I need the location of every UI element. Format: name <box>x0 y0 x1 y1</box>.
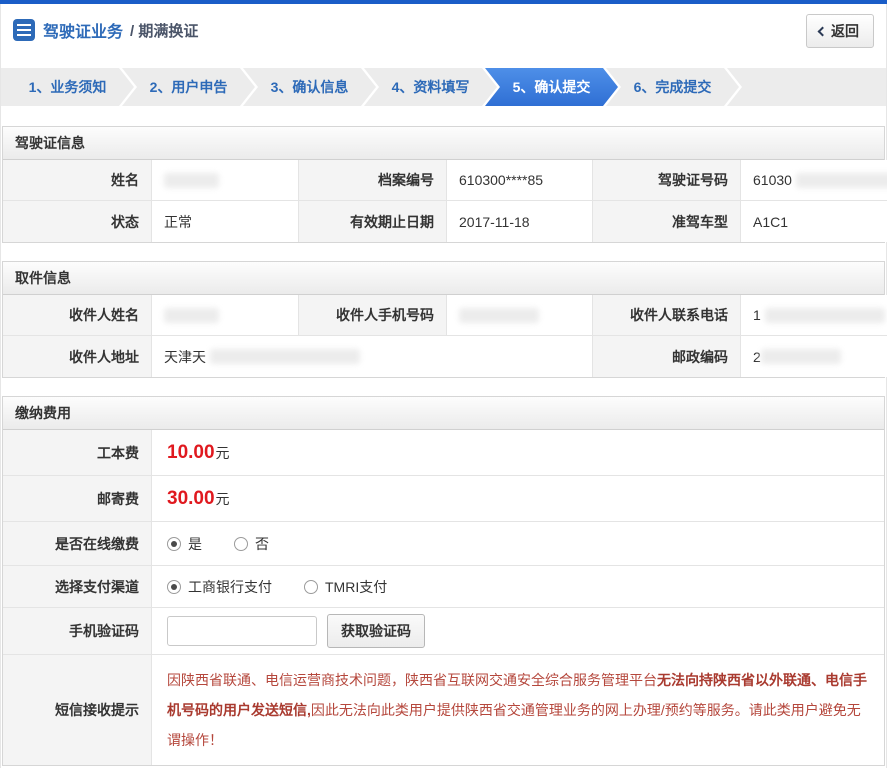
pickup-info-table: 收件人姓名 收件人手机号码 收件人联系电话 1 收件人地址 天津天 邮政编码 2 <box>3 295 887 377</box>
recipient-name-label: 收件人姓名 <box>3 295 152 336</box>
status-value: 正常 <box>152 201 299 242</box>
step-1-business-notice[interactable]: 1、业务须知 <box>1 68 134 106</box>
step-2-user-declaration[interactable]: 2、用户申告 <box>122 68 255 106</box>
radio-unselected-icon <box>234 536 248 551</box>
archive-no-label: 档案编号 <box>299 160 447 201</box>
expiry-date-value: 2017-11-18 <box>447 201 593 242</box>
license-no-value: 61030 <box>741 160 887 201</box>
sms-notice-row: 因陕西省联通、电信运营商技术问题，陕西省互联网交通安全综合服务管理平台无法向持陕… <box>152 655 884 765</box>
license-info-table: 姓名 档案编号 610300****85 驾驶证号码 61030 状态 正常 有… <box>3 160 887 242</box>
payment-fee-table: 工本费 10.00 元 邮寄费 30.00 元 是否在线缴费 是 否 选择支付渠… <box>3 430 884 765</box>
recipient-phone-value: 1 <box>741 295 887 336</box>
back-button-label: 返回 <box>831 23 859 39</box>
captcha-input[interactable] <box>167 616 317 646</box>
captcha-row: 获取验证码 <box>152 608 884 655</box>
vehicle-class-value: A1C1 <box>741 201 887 242</box>
get-captcha-button[interactable]: 获取验证码 <box>327 614 425 648</box>
archive-no-value: 610300****85 <box>447 160 593 201</box>
recipient-name-value <box>152 295 299 336</box>
payment-section-title: 缴纳费用 <box>3 397 884 430</box>
channel-tmri-radio[interactable]: TMRI支付 <box>304 577 387 597</box>
redacted-recipient-name <box>164 307 219 323</box>
step-3-confirm-info[interactable]: 3、确认信息 <box>243 68 376 106</box>
recipient-mobile-label: 收件人手机号码 <box>299 295 447 336</box>
back-button[interactable]: 返回 <box>806 14 874 48</box>
recipient-mobile-value <box>447 295 593 336</box>
pay-channel-options: 工商银行支付 TMRI支付 <box>152 566 884 608</box>
fee-unit: 元 <box>215 490 230 507</box>
status-label: 状态 <box>3 201 152 242</box>
step-4-fill-info[interactable]: 4、资料填写 <box>364 68 497 106</box>
step-bar-filler <box>727 68 886 106</box>
captcha-label: 手机验证码 <box>3 608 152 655</box>
recipient-phone-label: 收件人联系电话 <box>593 295 741 336</box>
redacted-postcode <box>760 349 841 364</box>
redacted-address <box>210 349 360 364</box>
redacted-license-no <box>795 172 887 188</box>
license-info-section: 驾驶证信息 姓名 档案编号 610300****85 驾驶证号码 61030 状… <box>2 126 887 243</box>
step-5-confirm-submit[interactable]: 5、确认提交 <box>485 68 618 106</box>
postage-fee-value: 30.00 元 <box>152 476 884 522</box>
postcode-label: 邮政编码 <box>593 336 741 377</box>
online-pay-options: 是 否 <box>152 522 884 566</box>
breadcrumb-subtitle: / 期满换证 <box>130 22 199 40</box>
postage-fee-amount: 30.00 <box>167 487 215 509</box>
page-container: 驾驶证业务 / 期满换证 返回 1、业务须知 2、用户申告 3、确认信息 4、资… <box>0 4 887 768</box>
page-title: 驾驶证业务 <box>43 24 124 41</box>
pickup-info-section: 取件信息 收件人姓名 收件人手机号码 收件人联系电话 1 收件人地址 天津天 邮… <box>2 261 887 378</box>
redacted-recipient-mobile <box>459 307 539 323</box>
license-no-label: 驾驶证号码 <box>593 160 741 201</box>
radio-selected-icon <box>167 536 181 551</box>
page-header: 驾驶证业务 / 期满换证 返回 <box>1 4 886 56</box>
postage-fee-label: 邮寄费 <box>3 476 152 522</box>
sms-notice-text: 因陕西省联通、电信运营商技术问题，陕西省互联网交通安全综合服务管理平台无法向持陕… <box>167 672 867 748</box>
online-pay-label: 是否在线缴费 <box>3 522 152 566</box>
redacted-name <box>164 172 219 188</box>
step-wizard: 1、业务须知 2、用户申告 3、确认信息 4、资料填写 5、确认提交 6、完成提… <box>1 68 886 106</box>
name-label: 姓名 <box>3 160 152 201</box>
postcode-value: 2 <box>741 336 887 377</box>
production-fee-amount: 10.00 <box>167 441 215 463</box>
channel-icbc-radio[interactable]: 工商银行支付 <box>167 577 272 597</box>
radio-selected-icon <box>167 579 181 594</box>
chevron-left-icon <box>817 26 828 36</box>
redacted-recipient-phone <box>764 307 885 323</box>
production-fee-label: 工本费 <box>3 430 152 476</box>
payment-fee-section: 缴纳费用 工本费 10.00 元 邮寄费 30.00 元 是否在线缴费 是 否 … <box>2 396 885 766</box>
production-fee-value: 10.00 元 <box>152 430 884 476</box>
name-value <box>152 160 299 201</box>
fee-unit: 元 <box>215 444 230 461</box>
radio-unselected-icon <box>304 579 318 594</box>
form-list-icon <box>13 19 35 41</box>
sms-notice-label: 短信接收提示 <box>3 655 152 765</box>
address-label: 收件人地址 <box>3 336 152 377</box>
vehicle-class-label: 准驾车型 <box>593 201 741 242</box>
online-pay-yes-radio[interactable]: 是 <box>167 534 202 554</box>
address-value: 天津天 <box>152 336 593 377</box>
step-6-finish-submit[interactable]: 6、完成提交 <box>606 68 739 106</box>
online-pay-no-radio[interactable]: 否 <box>234 534 269 554</box>
pay-channel-label: 选择支付渠道 <box>3 566 152 608</box>
expiry-date-label: 有效期止日期 <box>299 201 447 242</box>
license-section-title: 驾驶证信息 <box>3 127 884 160</box>
pickup-section-title: 取件信息 <box>3 262 884 295</box>
